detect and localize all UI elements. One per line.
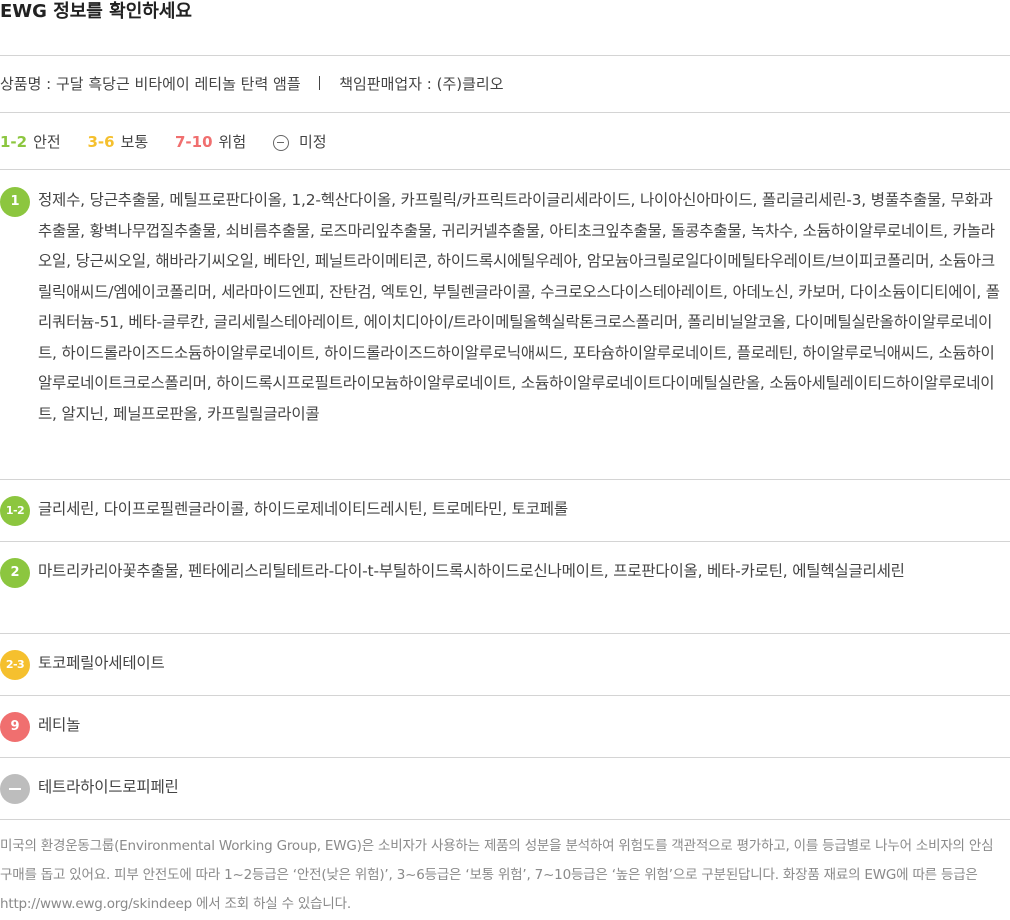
product-info: 상품명 : 구달 흑당근 비타에이 레티놀 탄력 앰플 책임판매업자 : (주)… [0, 72, 504, 96]
legend-danger: 7-10 위험 [175, 130, 246, 154]
page-title: EWG 정보를 확인하세요 [0, 1, 192, 22]
legend-label: 보통 [120, 132, 149, 151]
legend-range: 7-10 [175, 132, 213, 151]
separator [319, 76, 321, 90]
grade-badge: 2-3 [0, 650, 30, 680]
legend-label: 안전 [33, 132, 61, 151]
legend-undetermined: 미정 [272, 130, 327, 154]
grade-badge: 9 [0, 712, 30, 742]
minus-circle-icon [272, 134, 289, 151]
ingredient-list: 레티놀 [38, 716, 81, 734]
grade-legend: 1-2 안전 3-6 보통 7-10 위험 미정 [0, 129, 349, 154]
ingredient-list: 토코페릴아세테이트 [38, 654, 165, 672]
ingredient-list: 마트리카리아꽃추출물, 펜타에리스리틸테트라-다이-t-부틸하이드록시하이드로신… [38, 562, 905, 580]
grade-badge: 1-2 [0, 496, 30, 526]
divider [0, 55, 1010, 56]
ingredient-list: 글리세린, 다이프로필렌글라이콜, 하이드로제네이티드레시틴, 트로메타민, 토… [38, 500, 568, 518]
divider [0, 479, 1010, 480]
legend-label: 위험 [218, 132, 247, 151]
product-seller: 책임판매업자 : (주)클리오 [339, 75, 504, 93]
grade-badge: 1 [0, 187, 30, 217]
minus-icon [0, 774, 30, 804]
divider [0, 112, 1010, 113]
legend-range: 3-6 [87, 132, 115, 151]
ewg-footnote: 미국의 환경운동그룹(Environmental Working Group, … [0, 838, 994, 912]
legend-range: 1-2 [0, 132, 28, 151]
divider [0, 819, 1010, 820]
divider [0, 169, 1010, 170]
divider [0, 541, 1010, 542]
divider [0, 633, 1010, 634]
ingredient-list: 테트라하이드로피페린 [38, 778, 179, 796]
ingredient-list: 정제수, 당근추출물, 메틸프로판다이올, 1,2-헥산다이올, 카프릴릭/카프… [38, 191, 1000, 423]
divider [0, 695, 1010, 696]
legend-safe: 1-2 안전 [0, 130, 61, 154]
product-name: 상품명 : 구달 흑당근 비타에이 레티놀 탄력 앰플 [0, 75, 301, 93]
grade-badge: 2 [0, 558, 30, 588]
divider [0, 757, 1010, 758]
legend-label: 미정 [298, 132, 327, 151]
legend-moderate: 3-6 보통 [88, 130, 149, 154]
